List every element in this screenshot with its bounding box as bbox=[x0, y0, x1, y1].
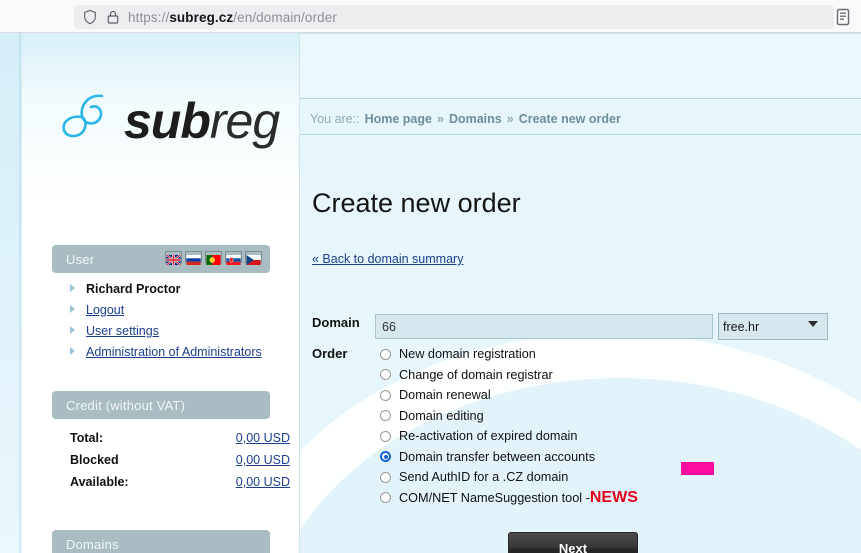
radio-row-new-domain-registration[interactable]: New domain registration bbox=[380, 344, 800, 365]
annotation-highlight-mark bbox=[681, 462, 714, 475]
sidebar-item-label: Administration of Administrators bbox=[86, 345, 262, 359]
radio-label: New domain registration bbox=[399, 347, 536, 362]
radio-icon-selected[interactable] bbox=[380, 451, 391, 463]
url-path: /en/domain/order bbox=[233, 9, 337, 25]
flag-en-icon[interactable] bbox=[165, 251, 182, 266]
breadcrumb-item-home[interactable]: Home page bbox=[365, 112, 432, 126]
credit-row-available: Available: 0,00 USD bbox=[70, 475, 290, 489]
radio-label: Re-activation of expired domain bbox=[399, 429, 578, 444]
web-page: subreg User Richard Proctor Logout User … bbox=[0, 33, 861, 553]
order-label: Order bbox=[312, 346, 348, 361]
user-nav-list: Richard Proctor Logout User settings Adm… bbox=[70, 282, 285, 366]
language-flags[interactable] bbox=[165, 251, 262, 266]
flag-ru-icon[interactable] bbox=[185, 251, 202, 265]
domains-panel-title: Domains bbox=[66, 536, 119, 552]
logo-text-bold: sub bbox=[124, 93, 211, 149]
order-radio-group: New domain registration Change of domain… bbox=[380, 344, 800, 508]
radio-label: Domain transfer between accounts bbox=[399, 449, 596, 464]
radio-row-change-of-domain-registrar[interactable]: Change of domain registrar bbox=[380, 365, 800, 386]
shield-icon[interactable] bbox=[82, 9, 98, 25]
sidebar-item-logout[interactable]: Logout bbox=[70, 303, 285, 324]
back-to-domain-summary-link[interactable]: « Back to domain summary bbox=[312, 252, 463, 266]
credit-key: Total: bbox=[70, 431, 104, 445]
user-panel-header: User bbox=[52, 245, 270, 273]
radio-row-domain-renewal[interactable]: Domain renewal bbox=[380, 385, 800, 406]
flag-cz-icon[interactable] bbox=[245, 251, 262, 265]
credit-value[interactable]: 0,00 USD bbox=[236, 453, 290, 467]
page-title: Create new order bbox=[312, 188, 521, 219]
radio-label: Domain editing bbox=[399, 408, 484, 423]
address-bar[interactable]: https://subreg.cz/en/domain/order bbox=[74, 5, 834, 29]
butterfly-icon bbox=[62, 94, 104, 138]
next-button[interactable]: Next bbox=[508, 532, 638, 553]
radio-row-domain-editing[interactable]: Domain editing bbox=[380, 406, 800, 427]
credit-row-blocked: Blocked 0,00 USD bbox=[70, 453, 290, 467]
radio-row-send-authid-for-cz-domain[interactable]: Send AuthID for a .CZ domain bbox=[380, 467, 800, 488]
credit-value[interactable]: 0,00 USD bbox=[236, 431, 290, 445]
breadcrumb-divider bbox=[300, 134, 861, 135]
main-content: You are:: Home page » Domains » Create n… bbox=[300, 33, 861, 553]
breadcrumb-item-domains[interactable]: Domains bbox=[449, 112, 502, 126]
sidebar-item-label: User settings bbox=[86, 324, 159, 338]
domain-label: Domain bbox=[312, 315, 360, 330]
lock-icon[interactable] bbox=[105, 9, 121, 25]
reader-view-icon[interactable] bbox=[833, 7, 853, 27]
bullet-arrow-icon bbox=[70, 305, 75, 313]
browser-toolbar: https://subreg.cz/en/domain/order bbox=[0, 0, 861, 33]
radio-icon[interactable] bbox=[380, 471, 391, 483]
credit-key: Available: bbox=[70, 475, 129, 489]
radio-row-comnet-namesuggestion-tool[interactable]: COM/NET NameSuggestion tool - NEWS bbox=[380, 488, 800, 509]
radio-label: Send AuthID for a .CZ domain bbox=[399, 470, 569, 485]
url-text: https://subreg.cz/en/domain/order bbox=[128, 10, 337, 25]
breadcrumb-separator: » bbox=[506, 112, 514, 126]
sidebar-item-user-settings[interactable]: User settings bbox=[70, 324, 285, 345]
sidebar-item-richard-proctor: Richard Proctor bbox=[70, 282, 285, 303]
credit-key: Blocked bbox=[70, 453, 119, 467]
tld-select[interactable]: free.hr bbox=[718, 313, 828, 340]
breadcrumb-prefix: You are:: bbox=[310, 112, 360, 126]
radio-label: COM/NET NameSuggestion tool - bbox=[399, 490, 590, 505]
radio-icon[interactable] bbox=[380, 492, 391, 504]
user-panel-title: User bbox=[66, 251, 95, 267]
radio-icon[interactable] bbox=[380, 430, 391, 442]
radio-icon[interactable] bbox=[380, 389, 391, 401]
radio-icon[interactable] bbox=[380, 410, 391, 422]
radio-row-domain-transfer-between-accounts[interactable]: Domain transfer between accounts bbox=[380, 447, 800, 468]
credit-panel-header: Credit (without VAT) bbox=[52, 391, 270, 419]
credit-panel-title: Credit (without VAT) bbox=[66, 397, 186, 413]
radio-label: Domain renewal bbox=[399, 388, 491, 403]
credit-value[interactable]: 0,00 USD bbox=[236, 475, 290, 489]
radio-icon[interactable] bbox=[380, 369, 391, 381]
credit-row-total: Total: 0,00 USD bbox=[70, 431, 290, 445]
breadcrumb-item-current: Create new order bbox=[518, 112, 621, 126]
content-layer: You are:: Home page » Domains » Create n… bbox=[300, 33, 861, 553]
radio-icon[interactable] bbox=[380, 348, 391, 360]
domain-input[interactable] bbox=[375, 314, 713, 339]
sidebar: subreg User Richard Proctor Logout User … bbox=[22, 33, 300, 553]
news-badge: NEWS bbox=[589, 488, 638, 506]
url-host: subreg.cz bbox=[169, 9, 234, 25]
sidebar-item-label: Logout bbox=[86, 303, 125, 317]
bullet-arrow-icon bbox=[70, 284, 75, 292]
sidebar-item-administration-of-administrators[interactable]: Administration of Administrators bbox=[70, 345, 285, 366]
flag-sk-icon[interactable] bbox=[225, 251, 242, 265]
breadcrumb-separator: » bbox=[436, 112, 444, 126]
user-name-label: Richard Proctor bbox=[86, 282, 181, 296]
breadcrumb: You are:: Home page » Domains » Create n… bbox=[310, 105, 621, 133]
url-prefix: https:// bbox=[128, 9, 170, 25]
domains-panel-header: Domains bbox=[52, 530, 270, 553]
bullet-arrow-icon bbox=[70, 347, 75, 355]
logo-text-light: reg bbox=[209, 93, 280, 149]
flag-pt-icon[interactable] bbox=[205, 251, 222, 265]
radio-row-reactivation-of-expired-domain[interactable]: Re-activation of expired domain bbox=[380, 426, 800, 447]
logo-wordmark: subreg bbox=[124, 93, 280, 149]
subreg-logo[interactable]: subreg bbox=[58, 88, 280, 160]
radio-label: Change of domain registrar bbox=[399, 367, 553, 382]
bullet-arrow-icon bbox=[70, 326, 75, 334]
